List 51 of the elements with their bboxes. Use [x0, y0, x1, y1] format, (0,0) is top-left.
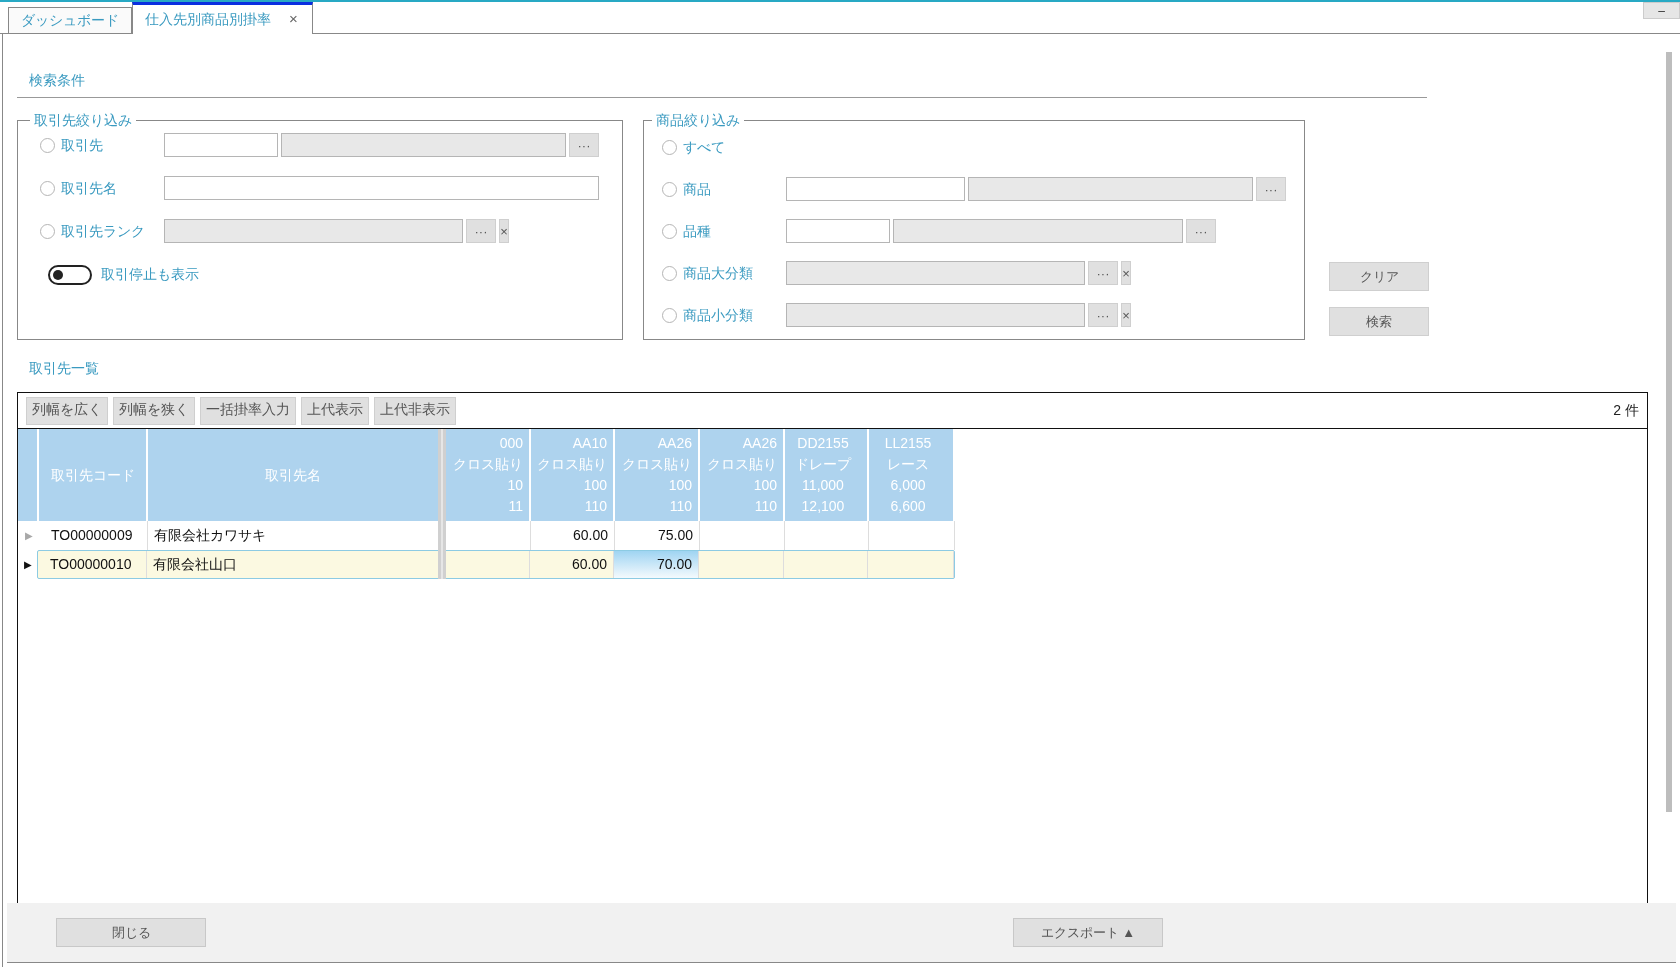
- name-field[interactable]: [164, 176, 599, 200]
- table-row[interactable]: TO00000010 有限会社山口 60.00 70.00: [37, 550, 955, 579]
- picker-button[interactable]: ···: [1256, 177, 1286, 201]
- picker-button[interactable]: ···: [1088, 303, 1118, 327]
- table-cell: TO00000010: [38, 551, 147, 578]
- clear-button[interactable]: ×: [1121, 303, 1131, 327]
- radio-label: 商品: [683, 179, 711, 199]
- section-title: 取引先一覧: [29, 360, 99, 376]
- picker-button[interactable]: ···: [569, 133, 599, 157]
- toolbar-button[interactable]: 上代表示: [301, 396, 369, 425]
- table-cell-text: 有限会社カワサキ: [153, 526, 267, 545]
- toolbar-button[interactable]: 上代非表示: [374, 396, 456, 425]
- clear-button[interactable]: ×: [499, 219, 509, 243]
- toggle-label: 取引停止も表示: [101, 265, 199, 284]
- radio-label: 取引先ランク: [61, 221, 145, 241]
- row-indicator-icon: ▶: [23, 557, 32, 572]
- picker-button[interactable]: ···: [1186, 219, 1216, 243]
- code-field[interactable]: [164, 133, 278, 157]
- tab[interactable]: ダッシュボード: [8, 7, 132, 33]
- close-icon[interactable]: ×: [289, 8, 298, 31]
- minimize-button[interactable]: –: [1643, 2, 1680, 19]
- record-count: 2 件: [1613, 401, 1639, 420]
- clear-button[interactable]: ×: [1121, 261, 1131, 285]
- scrollbar[interactable]: [1666, 52, 1672, 812]
- picker-button[interactable]: ···: [1088, 261, 1118, 285]
- toolbar-button[interactable]: 一括掛率入力: [200, 396, 296, 425]
- toolbar-button[interactable]: 列幅を広く: [26, 396, 108, 425]
- toolbar-button[interactable]: 列幅を狭く: [113, 396, 195, 425]
- radio-label: 品種: [683, 221, 711, 241]
- radio-label: すべて: [683, 137, 725, 157]
- code-field[interactable]: [786, 219, 890, 243]
- row-indicator-icon: ▶: [24, 528, 33, 543]
- group-title: 取引先絞り込み: [33, 111, 133, 130]
- table-cell: 70.00: [614, 551, 699, 578]
- close-button[interactable]: 閉じる: [56, 918, 206, 947]
- table-cell-text: 有限会社山口: [152, 555, 238, 574]
- radio-label: 取引先: [61, 135, 103, 155]
- column-header: 取引先名: [264, 465, 322, 485]
- group-title: 商品絞り込み: [655, 111, 741, 130]
- export-button[interactable]: エクスポート ▲: [1013, 918, 1163, 947]
- picker-button[interactable]: ···: [466, 219, 496, 243]
- radio-label: 取引先名: [61, 178, 117, 198]
- toggle-switch[interactable]: [48, 264, 92, 285]
- section-title: 検索条件: [29, 72, 85, 88]
- column-splitter[interactable]: [438, 429, 446, 579]
- radio-label: 商品大分類: [683, 263, 753, 283]
- action-button[interactable]: クリア: [1329, 262, 1429, 291]
- code-field[interactable]: [786, 177, 965, 201]
- action-button[interactable]: 検索: [1329, 307, 1429, 336]
- radio-label: 商品小分類: [683, 305, 753, 325]
- tab[interactable]: 仕入先別商品別掛率 ×: [132, 2, 313, 34]
